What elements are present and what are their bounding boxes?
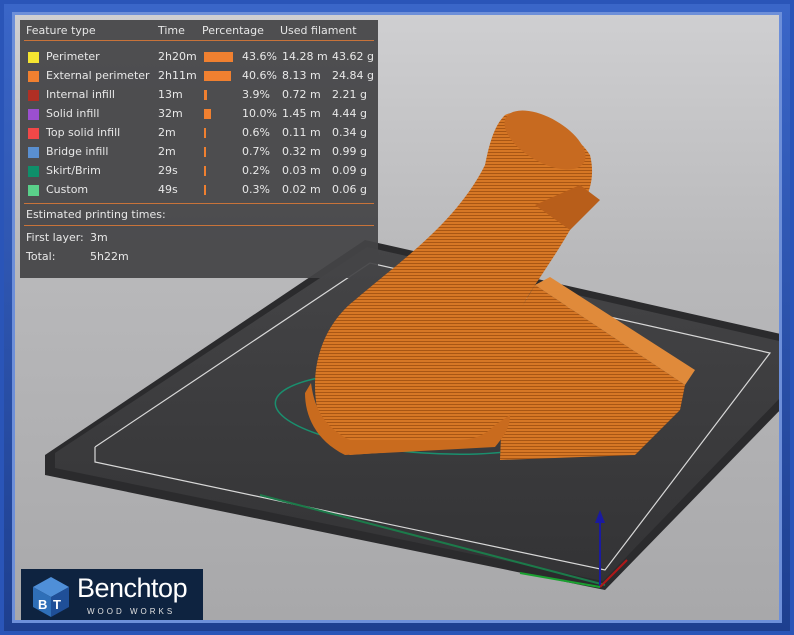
- feature-weight: 43.62 g: [332, 50, 374, 63]
- svg-text:B: B: [38, 597, 47, 612]
- feature-percent: 0.2%: [242, 164, 270, 177]
- legend-panel: Feature type Time Percentage Used filame…: [20, 20, 378, 278]
- feature-time: 13m: [158, 88, 183, 101]
- color-swatch: [28, 147, 39, 158]
- feature-name: External perimeter: [46, 69, 150, 82]
- feature-name: Top solid infill: [46, 126, 121, 139]
- feature-weight: 0.06 g: [332, 183, 367, 196]
- color-swatch: [28, 109, 39, 120]
- feature-length: 0.11 m: [282, 126, 321, 139]
- feature-length: 0.32 m: [282, 145, 321, 158]
- benchtop-logo: B T Benchtop WOOD WORKS: [21, 569, 203, 620]
- header-used-filament: Used filament: [280, 24, 357, 37]
- svg-text:T: T: [53, 597, 61, 612]
- feature-name: Perimeter: [46, 50, 100, 63]
- feature-time: 2m: [158, 145, 176, 158]
- legend-row: External perimeter 2h11m 40.6% 8.13 m 24.84 …: [20, 67, 378, 86]
- header-time: Time: [158, 24, 185, 37]
- feature-time: 49s: [158, 183, 178, 196]
- feature-percent: 0.7%: [242, 145, 270, 158]
- legend-row: Perimeter 2h20m 43.6% 14.28 m 43.62 g: [20, 48, 378, 67]
- percentage-bar: [204, 52, 234, 62]
- percentage-bar: [204, 166, 206, 176]
- color-swatch: [28, 185, 39, 196]
- feature-percent: 0.3%: [242, 183, 270, 196]
- feature-time: 32m: [158, 107, 183, 120]
- feature-name: Custom: [46, 183, 89, 196]
- color-swatch: [28, 52, 39, 63]
- total-value: 5h22m: [90, 250, 129, 263]
- percentage-bar: [204, 71, 232, 81]
- window-frame: Feature type Time Percentage Used filame…: [0, 0, 794, 635]
- feature-length: 8.13 m: [282, 69, 321, 82]
- percentage-bar: [204, 109, 211, 119]
- header-feature-type: Feature type: [26, 24, 96, 37]
- feature-length: 0.03 m: [282, 164, 321, 177]
- feature-length: 0.02 m: [282, 183, 321, 196]
- feature-time: 2h20m: [158, 50, 197, 63]
- header-percentage: Percentage: [202, 24, 264, 37]
- legend-row: Skirt/Brim 29s 0.2% 0.03 m 0.09 g: [20, 162, 378, 181]
- percentage-bar: [204, 128, 206, 138]
- logo-title: Benchtop: [77, 573, 188, 603]
- estimated-times-label: Estimated printing times:: [26, 208, 166, 221]
- color-swatch: [28, 128, 39, 139]
- feature-length: 14.28 m: [282, 50, 328, 63]
- feature-weight: 24.84 g: [332, 69, 374, 82]
- feature-percent: 40.6%: [242, 69, 277, 82]
- viewport-3d[interactable]: Feature type Time Percentage Used filame…: [12, 12, 782, 623]
- percentage-bar: [204, 147, 206, 157]
- feature-name: Internal infill: [46, 88, 115, 101]
- feature-percent: 0.6%: [242, 126, 270, 139]
- feature-name: Solid infill: [46, 107, 100, 120]
- estimated-separator: [24, 225, 374, 226]
- legend-row: Solid infill 32m 10.0% 1.45 m 4.44 g: [20, 105, 378, 124]
- feature-percent: 3.9%: [242, 88, 270, 101]
- feature-percent: 10.0%: [242, 107, 277, 120]
- legend-row: Custom 49s 0.3% 0.02 m 0.06 g: [20, 181, 378, 200]
- benchtop-logo-icon: B T: [33, 577, 69, 617]
- feature-name: Skirt/Brim: [46, 164, 101, 177]
- legend-row: Bridge infill 2m 0.7% 0.32 m 0.99 g: [20, 143, 378, 162]
- feature-length: 1.45 m: [282, 107, 321, 120]
- feature-weight: 0.09 g: [332, 164, 367, 177]
- feature-weight: 0.34 g: [332, 126, 367, 139]
- rows-separator: [24, 203, 374, 204]
- color-swatch: [28, 71, 39, 82]
- feature-weight: 0.99 g: [332, 145, 367, 158]
- feature-length: 0.72 m: [282, 88, 321, 101]
- legend-row: Internal infill 13m 3.9% 0.72 m 2.21 g: [20, 86, 378, 105]
- logo-subtitle: WOOD WORKS: [87, 607, 176, 616]
- percentage-bar: [204, 185, 206, 195]
- color-swatch: [28, 90, 39, 101]
- feature-time: 29s: [158, 164, 178, 177]
- color-swatch: [28, 166, 39, 177]
- total-label: Total:: [26, 250, 56, 263]
- header-separator: [24, 40, 374, 41]
- feature-name: Bridge infill: [46, 145, 109, 158]
- feature-weight: 4.44 g: [332, 107, 367, 120]
- first-layer-label: First layer:: [26, 231, 84, 244]
- feature-weight: 2.21 g: [332, 88, 367, 101]
- percentage-bar: [204, 90, 207, 100]
- legend-row: Top solid infill 2m 0.6% 0.11 m 0.34 g: [20, 124, 378, 143]
- first-layer-value: 3m: [90, 231, 108, 244]
- feature-percent: 43.6%: [242, 50, 277, 63]
- feature-time: 2m: [158, 126, 176, 139]
- feature-time: 2h11m: [158, 69, 197, 82]
